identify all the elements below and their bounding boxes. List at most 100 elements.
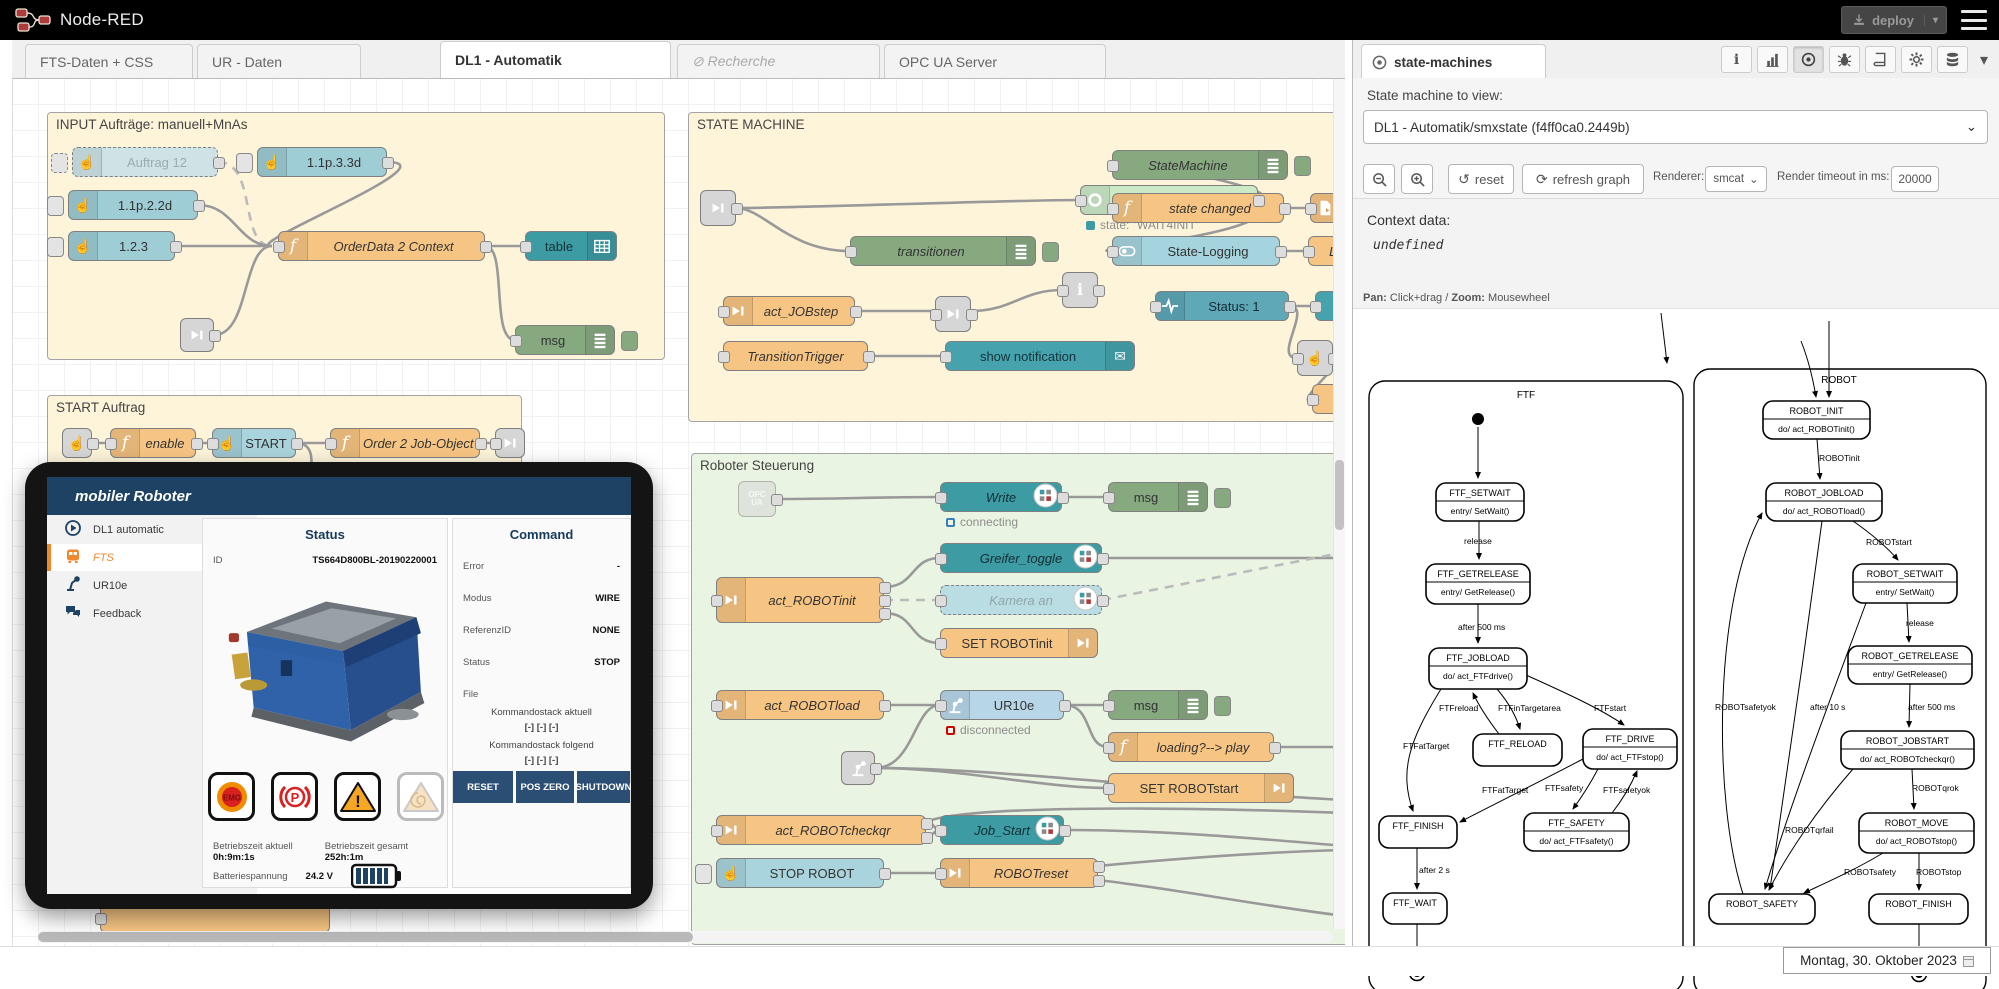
output-port[interactable] (870, 763, 882, 775)
output-port[interactable] (1059, 700, 1071, 712)
input-port[interactable] (1107, 246, 1119, 258)
input-port[interactable] (1103, 742, 1115, 754)
input-port[interactable] (1107, 160, 1119, 172)
node-state-logging[interactable]: State-Logging (1112, 236, 1280, 266)
inject-button[interactable] (51, 153, 68, 173)
output-port[interactable] (1097, 595, 1109, 607)
node-set-robotstart[interactable]: SET ROBOTstart (1108, 773, 1294, 803)
input-port[interactable] (1107, 203, 1119, 215)
output-port[interactable] (1059, 825, 1071, 837)
output-port[interactable] (1275, 246, 1287, 258)
input-port[interactable] (718, 351, 730, 363)
reset-button[interactable]: ↺reset (1448, 164, 1514, 194)
input-port[interactable] (1307, 394, 1319, 406)
deploy-button[interactable]: deploy ▾ (1841, 6, 1947, 34)
output-port[interactable] (921, 818, 933, 830)
node-transitionen[interactable]: transitionen (850, 236, 1036, 266)
output-port[interactable] (191, 438, 203, 450)
state-machine-select[interactable]: DL1 - Automatik/smxstate (f4ff0ca0.2449b… (1363, 110, 1988, 144)
input-port[interactable] (490, 438, 502, 450)
node-show-notification[interactable]: ✉show notification (945, 341, 1135, 371)
flow-tab-ur-daten[interactable]: UR - Daten (197, 44, 361, 78)
input-port[interactable] (1303, 246, 1315, 258)
inject-button[interactable] (47, 196, 64, 216)
input-port[interactable] (510, 335, 522, 347)
flow-tab--recherche[interactable]: ⊘ Recherche (677, 44, 880, 78)
node-write[interactable]: Write (940, 482, 1062, 512)
warning-button[interactable]: ! (334, 772, 381, 821)
input-port[interactable] (930, 309, 942, 321)
sidebar-db-icon[interactable] (1937, 46, 1968, 73)
inject-button[interactable] (47, 237, 64, 257)
input-port[interactable] (105, 438, 117, 450)
output-port[interactable] (921, 832, 933, 844)
output-port[interactable] (193, 200, 205, 212)
node-set-robotinit[interactable]: SET ROBOTinit (940, 628, 1098, 658)
main-menu-button[interactable] (1961, 10, 1987, 30)
emg-button[interactable]: EMG (208, 772, 255, 821)
output-port[interactable] (879, 700, 891, 712)
render-timeout-input[interactable]: 20000 (1891, 166, 1939, 192)
node-1-1p-2-2d[interactable]: ☝1.1p.2.2d (68, 190, 198, 220)
node-1-1p-3-3d[interactable]: ☝1.1p.3.3d (257, 147, 387, 177)
sidebar-bug-icon[interactable] (1829, 46, 1860, 73)
output-port[interactable] (863, 351, 875, 363)
brake-button[interactable]: P (271, 772, 318, 821)
node-ur10e[interactable]: UR10e (940, 690, 1064, 720)
input-port[interactable] (273, 241, 285, 253)
shutdown-button[interactable]: SHUTDOWN (577, 771, 630, 803)
input-port[interactable] (718, 306, 730, 318)
output-port[interactable] (850, 306, 862, 318)
input-port[interactable] (935, 825, 947, 837)
input-port[interactable] (325, 438, 337, 450)
input-port[interactable] (1150, 301, 1162, 313)
sidebar-more-caret[interactable]: ▾ (1974, 46, 1994, 73)
node-job-start[interactable]: Job_Start (940, 815, 1064, 845)
input-port[interactable] (1292, 353, 1304, 365)
input-port[interactable] (1103, 492, 1115, 504)
input-port[interactable] (520, 241, 532, 253)
output-port[interactable] (879, 595, 891, 607)
input-port[interactable] (95, 913, 107, 925)
output-port[interactable] (1253, 195, 1265, 207)
sidebar-gear-icon[interactable] (1901, 46, 1932, 73)
node-orderdata-2-context[interactable]: fOrderData 2 Context (278, 231, 485, 261)
canvas-vertical-scrollbar[interactable] (1333, 78, 1345, 929)
output-port[interactable] (966, 309, 978, 321)
output-port[interactable] (1279, 203, 1291, 215)
node-statemachine[interactable]: StateMachine (1112, 150, 1288, 180)
state-diagram-area[interactable]: FTFROBOTreleaseafter 500 msFTFreloadFTFi… (1353, 308, 1999, 946)
node-table[interactable]: table (525, 231, 617, 261)
debug-toggle-button[interactable] (1214, 696, 1231, 716)
output-port[interactable] (209, 330, 221, 342)
sidebar-chart-icon[interactable] (1757, 46, 1788, 73)
renderer-select[interactable]: smcat⌄ (1705, 166, 1767, 192)
date-picker[interactable]: Montag, 30. Oktober 2023 (1783, 947, 1991, 974)
node-robotreset[interactable]: ROBOTreset (940, 858, 1098, 888)
node-greifer-toggle[interactable]: Greifer_toggle (940, 543, 1102, 573)
node-1-2-3[interactable]: ☝1.2.3 (68, 231, 175, 261)
output-port[interactable] (731, 203, 743, 215)
debug-toggle-button[interactable] (1042, 242, 1059, 262)
inject-button[interactable] (695, 864, 712, 884)
node-msg[interactable]: msg (1108, 690, 1208, 720)
node-enable[interactable]: fenable (110, 428, 196, 458)
node-order-2-job-object[interactable]: fOrder 2 Job-Object (330, 428, 480, 458)
debug-toggle-button[interactable] (621, 331, 638, 351)
output-port[interactable] (1093, 285, 1105, 297)
input-port[interactable] (935, 492, 947, 504)
input-port[interactable] (711, 825, 723, 837)
sidebar-target-icon[interactable] (1793, 46, 1824, 73)
node-loading-play[interactable]: floading?--> play (1108, 732, 1274, 762)
deploy-options-caret[interactable]: ▾ (1924, 15, 1946, 26)
flow-tab-dl1-automatik[interactable]: DL1 - Automatik (440, 41, 671, 78)
input-port[interactable] (935, 553, 947, 565)
output-port[interactable] (480, 241, 492, 253)
output-port[interactable] (1057, 492, 1069, 504)
node-transitiontrigger[interactable]: TransitionTrigger (723, 341, 868, 371)
output-port[interactable] (771, 494, 783, 506)
output-port[interactable] (87, 438, 99, 450)
node-act-robotinit[interactable]: act_ROBOTinit (716, 577, 884, 623)
sidebar-book-icon[interactable] (1865, 46, 1896, 73)
zoom-out-button[interactable] (1363, 164, 1395, 194)
